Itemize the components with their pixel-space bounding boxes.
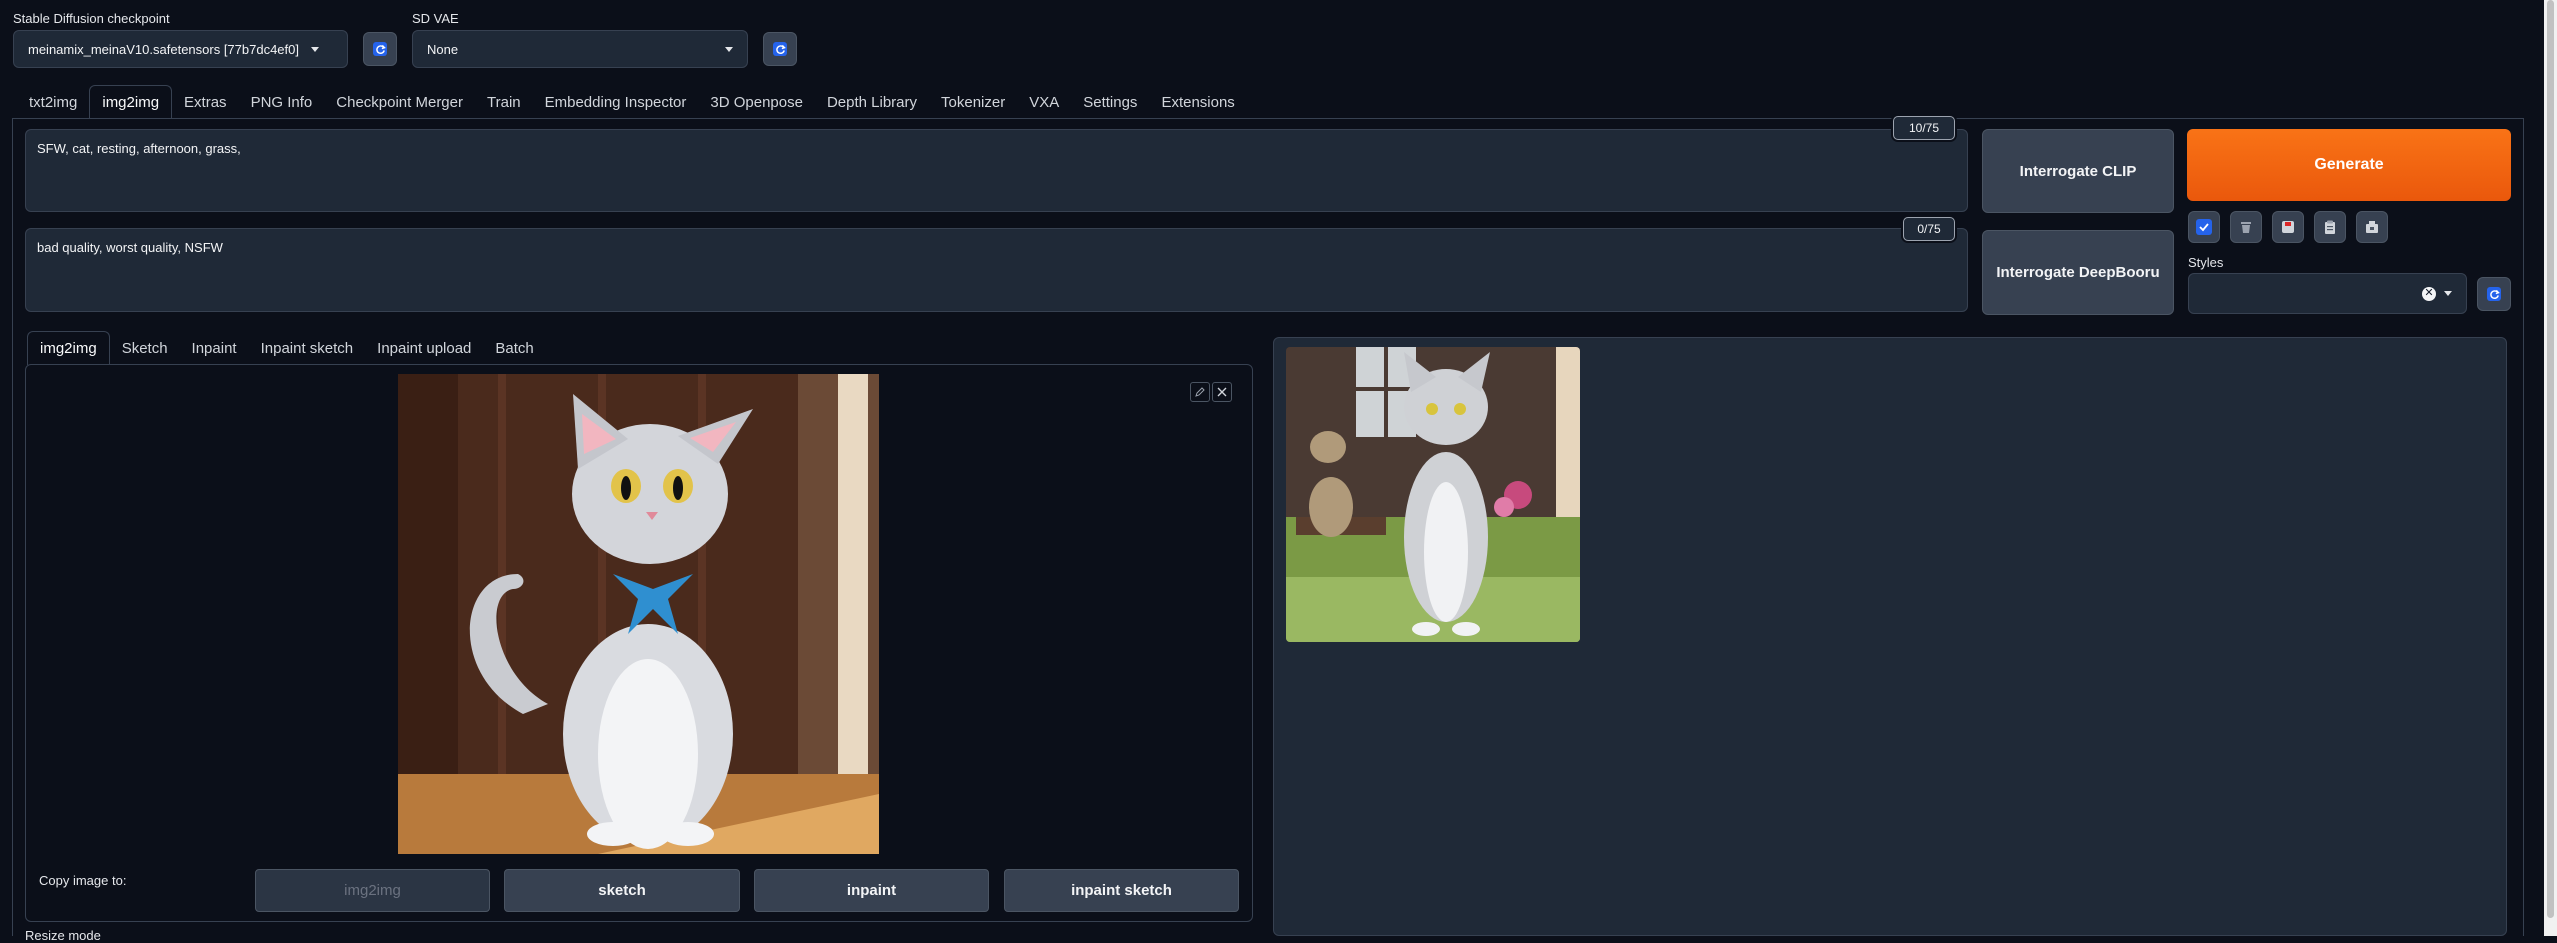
negative-prompt-input[interactable]: bad quality, worst quality, NSFW <box>25 228 1968 312</box>
positive-token-counter: 10/75 <box>1893 116 1955 140</box>
remove-image-button[interactable] <box>1212 382 1232 402</box>
subtab-sketch[interactable]: Sketch <box>110 331 180 365</box>
copy-to-img2img-button[interactable]: img2img <box>255 869 490 912</box>
subtab-batch[interactable]: Batch <box>483 331 545 365</box>
vae-dropdown[interactable]: None <box>412 30 748 68</box>
checkpoint-value: meinamix_meinaV10.safetensors [77b7dc4ef… <box>28 41 299 57</box>
panel-border-right <box>2523 118 2524 936</box>
styles-refresh-button[interactable] <box>2477 277 2511 311</box>
tab-checkpoint-merger[interactable]: Checkpoint Merger <box>324 85 475 119</box>
edit-image-button[interactable] <box>1190 382 1210 402</box>
img2img-sub-tab-bar: img2img Sketch Inpaint Inpaint sketch In… <box>27 331 546 365</box>
save-style-button[interactable] <box>2272 211 2304 243</box>
tab-extensions[interactable]: Extensions <box>1149 85 1246 119</box>
positive-prompt-text: SFW, cat, resting, afternoon, grass, <box>37 141 241 156</box>
chevron-down-icon <box>2444 291 2452 296</box>
vae-value: None <box>427 41 459 57</box>
cat-image <box>398 374 879 854</box>
tab-3d-openpose[interactable]: 3D Openpose <box>698 85 815 119</box>
tab-tokenizer[interactable]: Tokenizer <box>929 85 1017 119</box>
tab-train[interactable]: Train <box>475 85 533 119</box>
apply-style-button[interactable] <box>2356 211 2388 243</box>
tab-depth-library[interactable]: Depth Library <box>815 85 929 119</box>
checkbox-icon <box>2196 219 2212 235</box>
vae-refresh-button[interactable] <box>763 32 797 66</box>
tab-settings[interactable]: Settings <box>1071 85 1149 119</box>
styles-label: Styles <box>2188 255 2224 270</box>
paste-style-button[interactable] <box>2314 211 2346 243</box>
tab-vxa[interactable]: VXA <box>1017 85 1071 119</box>
refresh-icon <box>373 42 387 56</box>
checkpoint-dropdown[interactable]: meinamix_meinaV10.safetensors [77b7dc4ef… <box>13 30 348 68</box>
checkpoint-refresh-button[interactable] <box>363 32 397 66</box>
subtab-inpaint-sketch[interactable]: Inpaint sketch <box>249 331 366 365</box>
copy-to-inpaint-sketch-button[interactable]: inpaint sketch <box>1004 869 1239 912</box>
refresh-icon <box>773 42 787 56</box>
panel-border-left <box>12 118 13 936</box>
generate-button[interactable]: Generate <box>2187 129 2511 201</box>
clear-prompt-button[interactable] <box>2230 211 2262 243</box>
tab-embedding-inspector[interactable]: Embedding Inspector <box>533 85 699 119</box>
trash-icon <box>2241 222 2251 233</box>
apply-style-icon <box>2366 221 2378 233</box>
checkpoint-label: Stable Diffusion checkpoint <box>13 11 170 26</box>
page-scrollbar[interactable] <box>2544 0 2557 936</box>
output-image[interactable] <box>1286 347 1580 642</box>
close-icon <box>1217 387 1227 397</box>
scrollbar-thumb[interactable] <box>2547 0 2554 918</box>
show-extra-networks-button[interactable] <box>2188 211 2220 243</box>
subtab-img2img[interactable]: img2img <box>27 331 110 365</box>
copy-image-label: Copy image to: <box>39 873 127 888</box>
copy-to-inpaint-button[interactable]: inpaint <box>754 869 989 912</box>
clipboard-icon <box>2325 220 2335 234</box>
save-style-icon <box>2282 221 2294 233</box>
copy-to-sketch-button[interactable]: sketch <box>504 869 740 912</box>
tab-extras[interactable]: Extras <box>172 85 239 119</box>
tab-divider <box>12 118 2524 119</box>
subtab-inpaint[interactable]: Inpaint <box>180 331 249 365</box>
tab-img2img[interactable]: img2img <box>89 85 173 119</box>
chevron-down-icon <box>311 46 319 52</box>
vae-label: SD VAE <box>412 11 459 26</box>
clear-icon[interactable]: ✕ <box>2422 286 2436 301</box>
negative-prompt-text: bad quality, worst quality, NSFW <box>37 240 223 255</box>
styles-dropdown[interactable]: ✕ <box>2188 273 2467 314</box>
interrogate-clip-button[interactable]: Interrogate CLIP <box>1982 129 2174 213</box>
pencil-icon <box>1195 387 1205 397</box>
input-image[interactable] <box>398 374 879 854</box>
positive-prompt-input[interactable]: SFW, cat, resting, afternoon, grass, <box>25 129 1968 212</box>
output-cat-image <box>1286 347 1580 642</box>
tab-txt2img[interactable]: txt2img <box>17 85 89 119</box>
main-tab-bar: txt2img img2img Extras PNG Info Checkpoi… <box>17 85 1247 119</box>
refresh-icon <box>2487 287 2501 301</box>
chevron-down-icon <box>725 46 733 52</box>
subtab-inpaint-upload[interactable]: Inpaint upload <box>365 331 483 365</box>
interrogate-deepbooru-button[interactable]: Interrogate DeepBooru <box>1982 230 2174 315</box>
tab-png-info[interactable]: PNG Info <box>239 85 325 119</box>
negative-token-counter: 0/75 <box>1903 217 1955 241</box>
